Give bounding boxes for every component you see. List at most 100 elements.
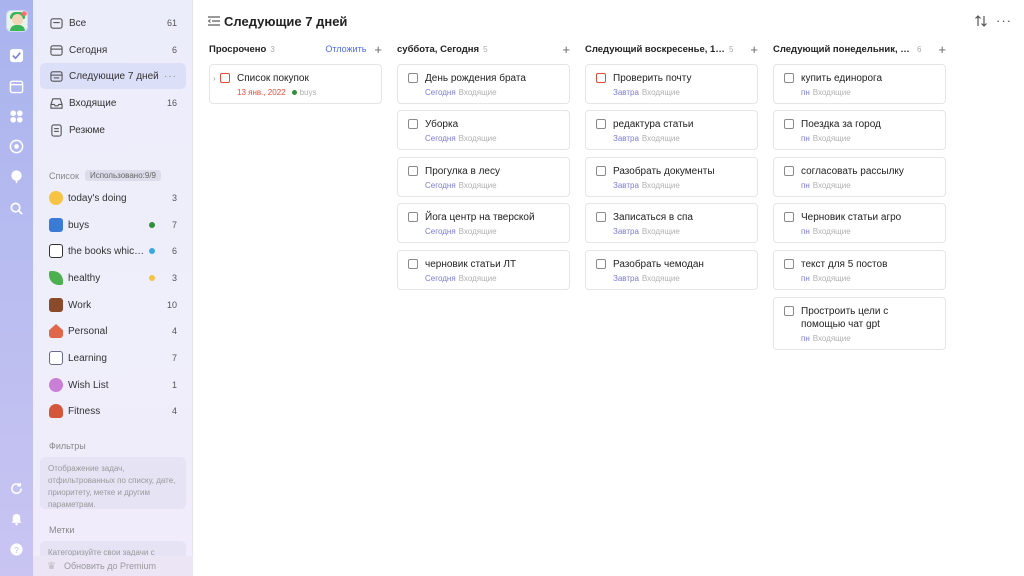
- task-card[interactable]: Поездка за город пн Входящие: [773, 110, 946, 150]
- task-card[interactable]: Прогулка в лесу Сегодня Входящие: [397, 157, 570, 197]
- add-task-icon[interactable]: +: [562, 43, 570, 56]
- sidebar-list-wish-list[interactable]: Wish List 1: [40, 372, 186, 398]
- sidebar-list-healthy[interactable]: healthy 3: [40, 265, 186, 291]
- task-checkbox[interactable]: [784, 166, 794, 176]
- task-card[interactable]: › Список покупок 13 янв., 2022 buys: [209, 64, 382, 104]
- task-due: Завтра: [613, 181, 639, 190]
- task-checkbox[interactable]: [408, 212, 418, 222]
- task-due: Сегодня: [425, 181, 456, 190]
- task-card[interactable]: Записаться в спа Завтра Входящие: [585, 203, 758, 243]
- lists-section-header: Список Использовано:9/9: [49, 170, 161, 181]
- more-options-icon[interactable]: ···: [164, 71, 177, 82]
- task-card[interactable]: Уборка Сегодня Входящие: [397, 110, 570, 150]
- task-card[interactable]: редактура статьи Завтра Входящие: [585, 110, 758, 150]
- task-card[interactable]: текст для 5 постов пн Входящие: [773, 250, 946, 290]
- premium-label: Обновить до Premium: [63, 561, 156, 571]
- task-checkbox[interactable]: [784, 306, 794, 316]
- task-card[interactable]: Проверить почту Завтра Входящие: [585, 64, 758, 104]
- list-count: 10: [167, 300, 178, 310]
- sidebar-item-label: Сегодня: [69, 44, 108, 56]
- column-overdue: Просрочено 3 Отложить + › Список покупок…: [209, 40, 382, 104]
- task-checkbox[interactable]: [596, 73, 606, 83]
- page-title: Следующие 7 дней: [224, 14, 348, 29]
- upgrade-premium-button[interactable]: ♛ Обновить до Premium: [33, 556, 193, 576]
- task-due: Завтра: [613, 227, 639, 236]
- sidebar-list-learning[interactable]: Learning 7: [40, 345, 186, 371]
- chevron-right-icon[interactable]: ›: [213, 74, 216, 83]
- pomodoro-icon[interactable]: [9, 139, 24, 154]
- lists-header-label: Список: [49, 170, 79, 181]
- task-title: согласовать рассылку: [801, 166, 904, 177]
- task-checkbox[interactable]: [596, 259, 606, 269]
- sidebar-item-count: 61: [166, 18, 177, 28]
- emoji-icon: [49, 218, 63, 232]
- task-checkbox[interactable]: [784, 259, 794, 269]
- sync-icon[interactable]: [9, 481, 24, 496]
- task-due: пн: [801, 88, 810, 97]
- task-card[interactable]: Йога центр на тверской Сегодня Входящие: [397, 203, 570, 243]
- task-due: Сегодня: [425, 274, 456, 283]
- sidebar-item-all[interactable]: Все 61: [40, 10, 186, 36]
- task-checkbox[interactable]: [596, 119, 606, 129]
- sidebar-list-buys[interactable]: buys 7: [40, 212, 186, 238]
- icon-rail: ?: [0, 0, 33, 576]
- sidebar-list-fitness[interactable]: Fitness 4: [40, 398, 186, 424]
- task-card[interactable]: Черновик статьи агро пн Входящие: [773, 203, 946, 243]
- calendar-week-icon: [49, 69, 63, 83]
- list-count: 3: [171, 273, 177, 283]
- add-task-icon[interactable]: +: [938, 43, 946, 56]
- column-header: Просрочено 3 Отложить +: [209, 40, 382, 58]
- calendar-today-icon: [49, 43, 63, 57]
- sidebar-item-summary[interactable]: Резюме: [40, 117, 186, 143]
- add-task-icon[interactable]: +: [374, 43, 382, 56]
- task-checkbox[interactable]: [596, 166, 606, 176]
- list-count: 7: [171, 220, 177, 230]
- habit-icon[interactable]: [9, 169, 24, 184]
- task-card[interactable]: Разобрать чемодан Завтра Входящие: [585, 250, 758, 290]
- task-card[interactable]: Разобрать документы Завтра Входящие: [585, 157, 758, 197]
- sidebar-list-personal[interactable]: Personal 4: [40, 318, 186, 344]
- task-checkbox[interactable]: [784, 119, 794, 129]
- task-list: Входящие: [458, 181, 497, 190]
- main-area: Следующие 7 дней ··· Просрочено 3 Отложи…: [194, 0, 1024, 576]
- avatar[interactable]: [6, 10, 28, 32]
- sidebar-list-books[interactable]: the books which I ... 6: [40, 238, 186, 264]
- postpone-button[interactable]: Отложить: [325, 44, 366, 54]
- list-label: buys: [68, 219, 90, 231]
- task-checkbox[interactable]: [220, 73, 230, 83]
- sidebar-list-todays-doing[interactable]: today's doing 3: [40, 185, 186, 211]
- more-options-icon[interactable]: ···: [996, 13, 1012, 28]
- menu-toggle-icon[interactable]: [207, 14, 221, 28]
- task-list: Входящие: [458, 134, 497, 143]
- task-title: Простроить цели с помощью чат gpt: [801, 306, 889, 330]
- list-label: today's doing: [68, 192, 127, 204]
- task-card[interactable]: черновик статьи ЛТ Сегодня Входящие: [397, 250, 570, 290]
- sidebar-list-work[interactable]: Work 10: [40, 292, 186, 318]
- task-card[interactable]: согласовать рассылку пн Входящие: [773, 157, 946, 197]
- lists-usage-badge: Использовано:9/9: [84, 170, 161, 181]
- task-card[interactable]: День рождения брата Сегодня Входящие: [397, 64, 570, 104]
- task-checkbox[interactable]: [408, 73, 418, 83]
- task-checkbox[interactable]: [596, 212, 606, 222]
- search-icon[interactable]: [9, 201, 24, 216]
- list-color-dot: [149, 222, 155, 228]
- sort-icon[interactable]: [974, 14, 988, 28]
- task-card[interactable]: Простроить цели с помощью чат gpt пн Вход…: [773, 297, 946, 350]
- add-task-icon[interactable]: +: [750, 43, 758, 56]
- task-checkbox-icon[interactable]: [9, 48, 24, 63]
- help-icon[interactable]: ?: [9, 542, 24, 557]
- task-checkbox[interactable]: [784, 73, 794, 83]
- task-checkbox[interactable]: [408, 259, 418, 269]
- calendar-icon[interactable]: [9, 79, 24, 94]
- task-checkbox[interactable]: [408, 119, 418, 129]
- sidebar-item-today[interactable]: Сегодня 6: [40, 37, 186, 63]
- matrix-icon[interactable]: [9, 109, 24, 124]
- task-checkbox[interactable]: [784, 212, 794, 222]
- task-list: Входящие: [641, 227, 680, 236]
- task-checkbox[interactable]: [408, 166, 418, 176]
- sidebar-item-inbox[interactable]: Входящие 16: [40, 90, 186, 116]
- task-card[interactable]: купить единорога пн Входящие: [773, 64, 946, 104]
- task-title: Разобрать документы: [613, 166, 715, 177]
- sidebar-item-next-7-days[interactable]: Следующие 7 дней ···: [40, 63, 186, 89]
- bell-icon[interactable]: [9, 511, 24, 526]
